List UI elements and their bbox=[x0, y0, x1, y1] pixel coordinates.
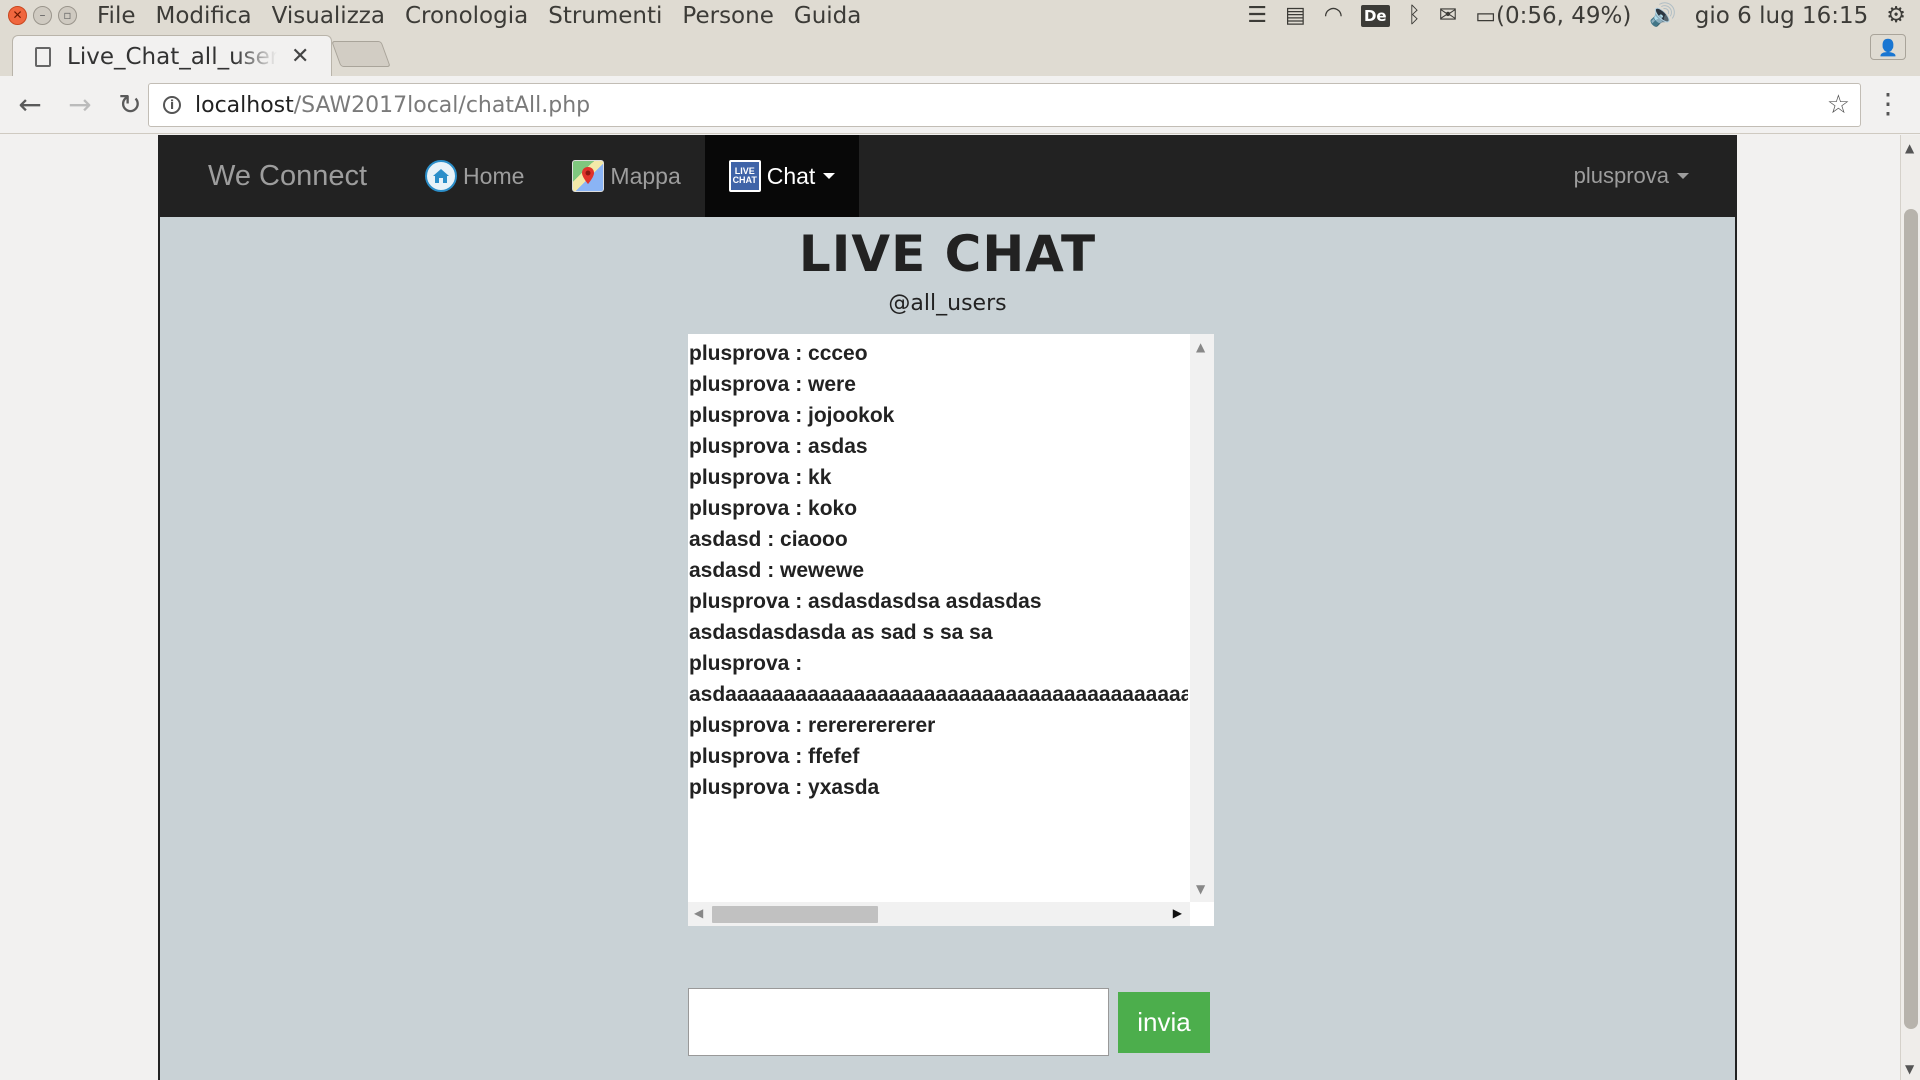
bluetooth-icon[interactable]: ᛒ bbox=[1408, 3, 1421, 28]
send-button[interactable]: invia bbox=[1118, 992, 1210, 1053]
os-top-bar: ✕ – ▫ File Modifica Visualizza Cronologi… bbox=[0, 0, 1920, 31]
close-tab-icon[interactable]: ✕ bbox=[291, 44, 309, 69]
clock[interactable]: gio 6 lug 16:15 bbox=[1695, 3, 1868, 29]
chat-message: plusprova : bbox=[689, 652, 803, 675]
scroll-down-icon[interactable]: ▼ bbox=[1905, 1062, 1914, 1076]
address-bar[interactable]: i localhost/SAW2017local/chatAll.php ☆ bbox=[148, 83, 1861, 127]
system-tray: ☰ ▤ ◠ De ᛒ ✉ ▭(0:56, 49%) 🔊 gio 6 lug 16… bbox=[1247, 0, 1906, 31]
scroll-up-icon[interactable]: ▲ bbox=[1905, 141, 1914, 155]
back-icon[interactable]: ← bbox=[10, 85, 50, 125]
page-title: LIVE CHAT bbox=[798, 225, 1097, 283]
url-path: /SAW2017local/chatAll.php bbox=[293, 92, 591, 118]
chat-message: asdaaaaaaaaaaaaaaaaaaaaaaaaaaaaaaaaaaaaa… bbox=[689, 683, 1188, 706]
window-controls: ✕ – ▫ bbox=[8, 6, 77, 25]
reload-icon[interactable]: ↻ bbox=[110, 85, 150, 125]
menu-cronologia[interactable]: Cronologia bbox=[403, 3, 530, 29]
nav-home-label: Home bbox=[463, 162, 525, 189]
chat-message: plusprova : yxasda bbox=[689, 776, 880, 799]
menu-modifica[interactable]: Modifica bbox=[154, 3, 254, 29]
scroll-right-icon[interactable]: ▶ bbox=[1173, 906, 1182, 920]
info-icon[interactable]: i bbox=[163, 96, 181, 114]
chat-message: asdasd : wewewe bbox=[689, 559, 865, 582]
chat-horizontal-scrollbar[interactable]: ◀ ▶ bbox=[688, 902, 1190, 926]
chat-message: plusprova : koko bbox=[689, 497, 858, 520]
page-container: We Connect Home Mappa LIVE CHAT Chat plu… bbox=[158, 135, 1737, 1080]
maximize-window-button[interactable]: ▫ bbox=[58, 6, 77, 25]
chevron-down-icon bbox=[1677, 173, 1689, 179]
app-menubar: File Modifica Visualizza Cronologia Stru… bbox=[95, 3, 863, 29]
menu-guida[interactable]: Guida bbox=[792, 3, 863, 29]
menu-visualizza[interactable]: Visualizza bbox=[270, 3, 387, 29]
user-menu-dropdown[interactable]: plusprova bbox=[1574, 135, 1689, 217]
chat-messages: plusprova : ccceo plusprova : were plusp… bbox=[688, 334, 1188, 902]
battery-text: (0:56, 49%) bbox=[1496, 2, 1632, 29]
chat-message: plusprova : asdasdasdsa asdasdas bbox=[689, 590, 1042, 613]
battery-status[interactable]: ▭(0:56, 49%) bbox=[1475, 3, 1631, 29]
page-vertical-scrollbar[interactable]: ▲ ▼ bbox=[1900, 135, 1920, 1080]
menu-strumenti[interactable]: Strumenti bbox=[546, 3, 664, 29]
chat-message: plusprova : asdas bbox=[689, 435, 868, 458]
map-icon bbox=[572, 160, 605, 192]
browser-toolbar: ← → ↻ i localhost/SAW2017local/chatAll.p… bbox=[0, 76, 1920, 134]
url-host: localhost bbox=[195, 92, 294, 118]
menu-persone[interactable]: Persone bbox=[680, 3, 775, 29]
minimize-window-button[interactable]: – bbox=[33, 6, 52, 25]
chat-message: asdasdasdasda as sad s sa sa bbox=[689, 621, 993, 644]
clipboard-icon[interactable]: ▤ bbox=[1285, 3, 1306, 28]
nav-home[interactable]: Home bbox=[401, 135, 548, 217]
wifi-icon[interactable]: ◠ bbox=[1324, 3, 1343, 28]
tab-strip: Live_Chat_all_users ✕ 👤 bbox=[0, 31, 1920, 77]
live-chat-icon: LIVE CHAT bbox=[728, 160, 761, 192]
volume-icon[interactable]: 🔊 bbox=[1649, 3, 1676, 28]
chat-log[interactable]: plusprova : ccceo plusprova : were plusp… bbox=[688, 334, 1214, 926]
nav-map[interactable]: Mappa bbox=[548, 135, 704, 217]
keyboard-layout-badge[interactable]: De bbox=[1360, 4, 1390, 27]
navbar-brand[interactable]: We Connect bbox=[208, 160, 367, 193]
input-method-icon[interactable]: ☰ bbox=[1247, 3, 1267, 28]
chevron-down-icon bbox=[823, 173, 836, 179]
browser-menu-icon[interactable]: ⋮ bbox=[1874, 90, 1902, 118]
chat-message: plusprova : kk bbox=[689, 466, 832, 489]
chat-message: plusprova : were bbox=[689, 373, 856, 396]
tab-live-chat[interactable]: Live_Chat_all_users ✕ bbox=[12, 35, 332, 77]
chat-message: plusprova : rerererererer bbox=[689, 714, 936, 737]
chat-message: plusprova : ccceo bbox=[689, 342, 868, 365]
nav-chat-dropdown[interactable]: LIVE CHAT Chat bbox=[704, 135, 860, 217]
chat-message: plusprova : ffefef bbox=[689, 745, 860, 768]
chat-vertical-scrollbar[interactable]: ▲ ▼ bbox=[1190, 334, 1214, 902]
site-navbar: We Connect Home Mappa LIVE CHAT Chat plu… bbox=[160, 135, 1735, 217]
chat-message: asdasd : ciaooo bbox=[689, 528, 848, 551]
page-subtitle: @all_users bbox=[888, 291, 1007, 316]
new-tab-button[interactable] bbox=[331, 41, 391, 67]
page-scroll-thumb[interactable] bbox=[1904, 209, 1918, 1029]
forward-icon[interactable]: → bbox=[60, 85, 100, 125]
page-viewport: We Connect Home Mappa LIVE CHAT Chat plu… bbox=[0, 135, 1900, 1080]
profile-icon[interactable]: 👤 bbox=[1870, 34, 1906, 60]
horizontal-scroll-thumb[interactable] bbox=[712, 906, 878, 923]
mail-icon[interactable]: ✉ bbox=[1439, 3, 1457, 28]
close-window-button[interactable]: ✕ bbox=[8, 6, 27, 25]
bookmark-star-icon[interactable]: ☆ bbox=[1827, 90, 1850, 120]
page-icon bbox=[35, 46, 51, 67]
chat-message: plusprova : jojookok bbox=[689, 404, 895, 427]
message-input[interactable] bbox=[688, 988, 1109, 1056]
nav-chat-label: Chat bbox=[766, 162, 816, 189]
tab-title: Live_Chat_all_users bbox=[67, 43, 277, 70]
menu-file[interactable]: File bbox=[95, 3, 138, 29]
scroll-up-icon[interactable]: ▲ bbox=[1196, 340, 1205, 354]
nav-map-label: Mappa bbox=[610, 162, 681, 189]
user-name: plusprova bbox=[1573, 163, 1669, 188]
battery-icon: ▭ bbox=[1475, 3, 1497, 29]
scroll-left-icon[interactable]: ◀ bbox=[694, 906, 703, 920]
scroll-down-icon[interactable]: ▼ bbox=[1196, 882, 1205, 896]
home-icon bbox=[425, 160, 458, 192]
system-settings-icon[interactable]: ⚙ bbox=[1886, 3, 1906, 28]
